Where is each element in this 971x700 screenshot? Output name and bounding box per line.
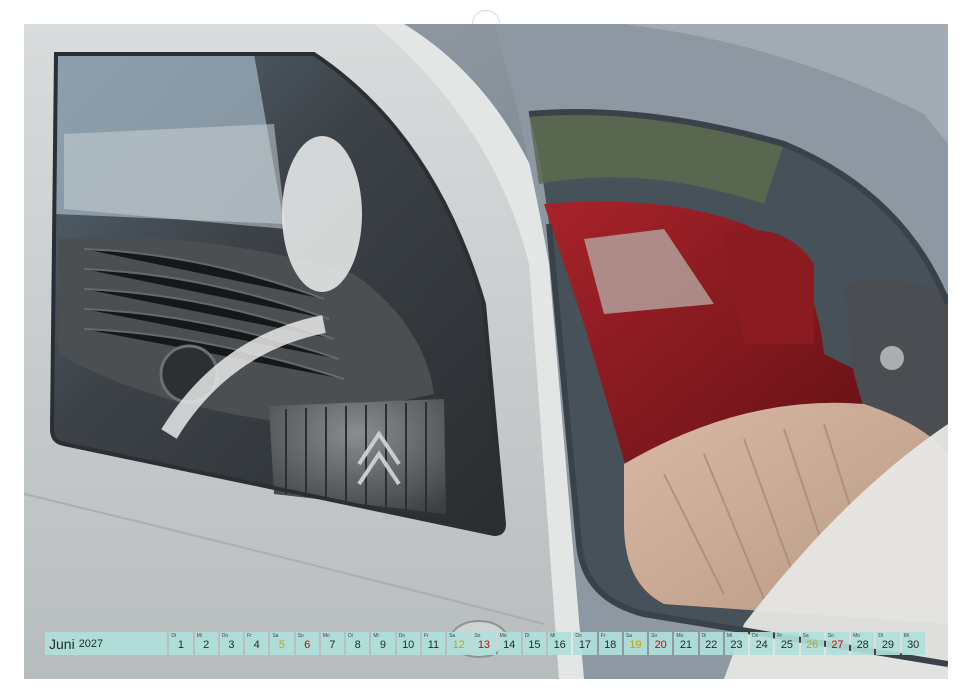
day-cell: So 13 (472, 632, 496, 655)
day-number: 29 (881, 639, 895, 651)
day-number: 19 (629, 639, 642, 651)
year-label: 2027 (78, 637, 104, 650)
day-cell: So 27 (825, 632, 850, 655)
day-number: 21 (679, 639, 693, 651)
day-cell: Di 22 (699, 632, 723, 655)
day-cell: Do 10 (396, 632, 420, 655)
day-cell: Sa 5 (270, 632, 294, 655)
day-cell: Do 17 (573, 632, 597, 655)
day-cell: Mi 30 (901, 632, 925, 655)
day-number: 15 (528, 639, 541, 651)
day-cell: Sa 19 (623, 632, 648, 655)
day-cell: Di 1 (169, 632, 193, 655)
day-number: 22 (705, 639, 718, 651)
day-cell: So 6 (295, 632, 319, 655)
spiral-binding (0, 0, 971, 38)
day-number: 7 (329, 639, 336, 651)
day-cell: Mi 16 (548, 632, 572, 655)
calendar-strip: Juni 2027 Di 1 Mi 2 Do 3 Fr 4 Sa 5 So 6 Mo 7 Di 8 Mi 9 Do 1… (45, 632, 925, 655)
day-cell: Do 24 (750, 632, 774, 655)
day-cell: Sa 12 (447, 632, 471, 655)
day-number: 18 (604, 639, 617, 651)
day-number: 30 (907, 639, 920, 651)
day-number: 23 (730, 639, 743, 651)
day-number: 24 (755, 639, 768, 651)
day-cell: Sa 26 (800, 632, 824, 655)
day-number: 3 (228, 639, 235, 651)
day-cell: Mi 23 (724, 632, 749, 655)
calendar-photo (24, 24, 948, 679)
day-cell: So 20 (649, 632, 673, 655)
day-cell: Fr 11 (421, 632, 446, 655)
day-cell: Mi 2 (194, 632, 218, 655)
day-cell: Fr 18 (598, 632, 622, 655)
day-number: 13 (477, 639, 491, 651)
day-number: 27 (831, 639, 844, 651)
day-number: 10 (402, 639, 415, 651)
day-number: 2 (203, 639, 210, 651)
day-number: 25 (780, 639, 794, 651)
day-number: 20 (654, 639, 667, 651)
day-cell: Di 8 (346, 632, 370, 655)
day-cell: Mi 9 (371, 632, 395, 655)
day-number: 12 (452, 639, 465, 651)
day-cell: Mo 28 (851, 632, 875, 655)
day-number: 26 (806, 639, 819, 651)
day-number: 16 (553, 639, 566, 651)
day-cell: Fr 4 (245, 632, 269, 655)
day-number: 8 (354, 639, 361, 651)
day-number: 6 (304, 639, 311, 651)
month-name: Juni (49, 635, 75, 652)
day-number: 14 (503, 639, 516, 651)
day-cell: Di 15 (522, 632, 547, 655)
day-number: 5 (278, 639, 285, 651)
day-number: 1 (177, 639, 184, 651)
day-number: 9 (379, 639, 386, 651)
day-cell: Di 29 (876, 632, 900, 655)
day-cell: Mo 21 (674, 632, 698, 655)
day-number: 17 (578, 639, 592, 651)
day-cell: Do 3 (219, 632, 244, 655)
day-cell: Fr 25 (775, 632, 799, 655)
day-cell: Mo 7 (320, 632, 345, 655)
day-number: 28 (856, 639, 869, 651)
day-cell: Mo 14 (497, 632, 521, 655)
car-window-photo (24, 24, 948, 679)
month-label: Juni 2027 (45, 632, 168, 655)
day-number: 11 (427, 639, 440, 651)
day-number: 4 (253, 639, 260, 651)
